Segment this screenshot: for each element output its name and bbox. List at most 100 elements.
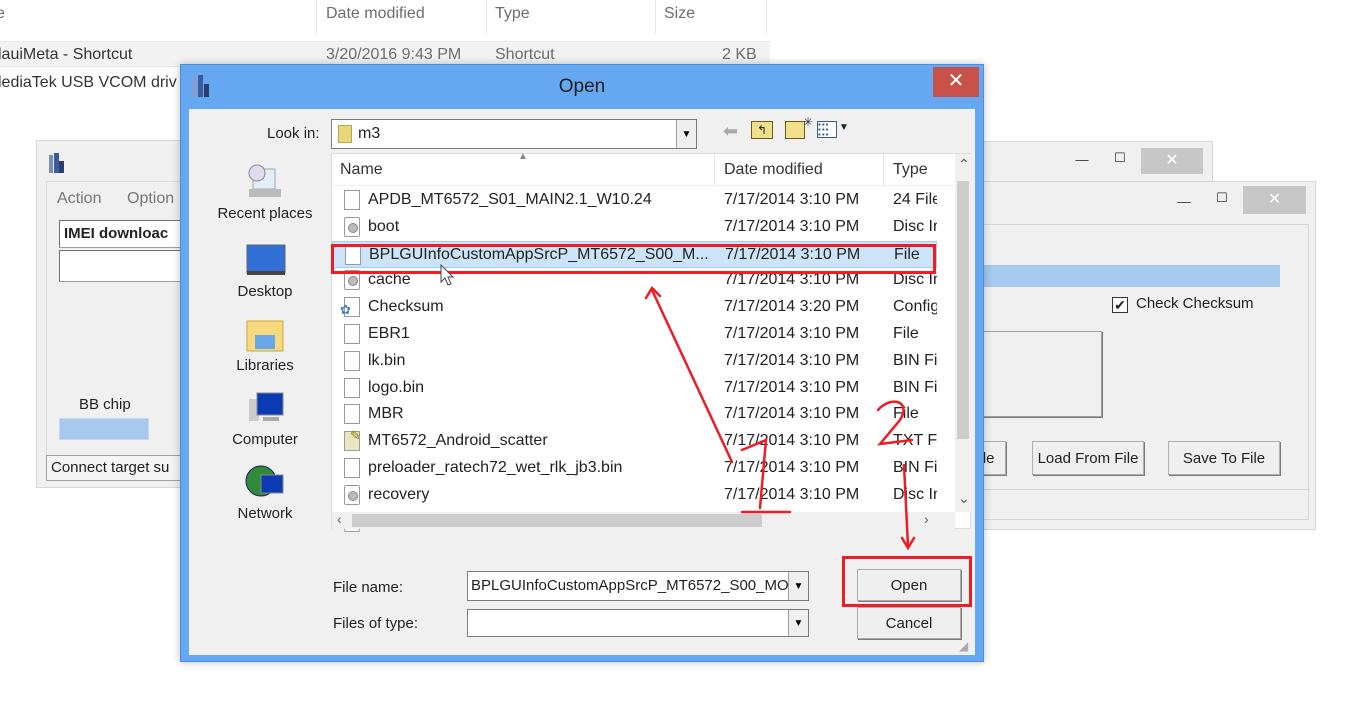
file-type: Disc In bbox=[893, 271, 937, 289]
place-recent-places[interactable]: Recent places bbox=[205, 163, 325, 222]
place-computer[interactable]: Computer bbox=[205, 389, 325, 448]
new-folder-icon[interactable] bbox=[785, 121, 805, 139]
dialog-close-button[interactable]: ✕ bbox=[933, 67, 979, 97]
file-name: logo.bin bbox=[368, 378, 425, 396]
file-type: File bbox=[893, 405, 919, 423]
place-libraries[interactable]: Libraries bbox=[205, 315, 325, 374]
check-checksum-checkbox[interactable]: ✔ bbox=[1112, 297, 1128, 313]
view-menu-chevron-icon[interactable]: ▼ bbox=[839, 122, 849, 133]
file-type: TXT Fil bbox=[893, 432, 937, 450]
file-type: 24 File bbox=[893, 191, 937, 208]
file-row[interactable]: EBR1 7/17/2014 3:10 PM File bbox=[332, 321, 937, 348]
scroll-left-icon[interactable]: ‹ bbox=[337, 511, 342, 527]
file-date: 7/17/2014 3:20 PM bbox=[724, 298, 860, 316]
file-date: 7/17/2014 3:10 PM bbox=[724, 271, 860, 289]
chevron-down-icon[interactable]: ▼ bbox=[676, 120, 696, 148]
column-separator bbox=[766, 0, 767, 34]
row-date: 3/20/2016 9:43 PM bbox=[326, 46, 462, 63]
look-in-dropdown[interactable]: m3 ▼ bbox=[331, 119, 697, 149]
sort-ascending-icon: ▲ bbox=[518, 151, 528, 162]
file-row[interactable]: Checksum 7/17/2014 3:20 PM Config bbox=[332, 294, 937, 321]
file-row[interactable]: preloader_ratech72_wet_rlk_jb3.bin 7/17/2… bbox=[332, 455, 937, 482]
file-date: 7/17/2014 3:10 PM bbox=[724, 351, 860, 369]
column-size[interactable]: Size bbox=[664, 5, 695, 23]
disc-image-icon bbox=[344, 484, 360, 505]
vertical-scroll-thumb[interactable] bbox=[957, 181, 969, 439]
file-icon bbox=[344, 458, 360, 478]
column-name[interactable]: Name bbox=[340, 161, 383, 179]
file-date: 7/17/2014 3:10 PM bbox=[724, 191, 860, 208]
place-label: Recent places bbox=[217, 205, 313, 222]
maximize-button[interactable]: ☐ bbox=[1097, 148, 1143, 168]
file-icon bbox=[344, 404, 360, 425]
save-to-file-button[interactable]: Save To File bbox=[1168, 441, 1280, 475]
view-menu-icon[interactable]: ▪▪▪ ▪▪▪ ▪▪▪ bbox=[817, 121, 837, 139]
file-name: boot bbox=[368, 217, 400, 235]
row-size: 2 KB bbox=[722, 46, 757, 63]
file-icon bbox=[344, 377, 360, 398]
place-label: Computer bbox=[232, 431, 298, 448]
menu-action[interactable]: Action bbox=[57, 190, 101, 208]
explorer-column-header: e Date modified Type Size bbox=[0, 0, 770, 40]
column-date-modified[interactable]: Date modified bbox=[724, 161, 823, 179]
vertical-scrollbar[interactable]: ⌃ ⌄ bbox=[955, 154, 971, 512]
column-date-modified[interactable]: Date modified bbox=[326, 5, 425, 23]
file-row[interactable]: MT6572_Android_scatter 7/17/2014 3:10 PM T… bbox=[332, 428, 937, 455]
file-row[interactable]: MBR 7/17/2014 3:10 PM File bbox=[332, 401, 937, 428]
place-label: Libraries bbox=[236, 357, 294, 374]
place-label: Desktop bbox=[237, 283, 293, 300]
menu-option[interactable]: Option bbox=[127, 190, 174, 208]
maximize-button[interactable]: ☐ bbox=[1199, 188, 1245, 208]
look-in-label: Look in: bbox=[267, 125, 320, 142]
chevron-down-icon[interactable]: ▼ bbox=[788, 610, 808, 636]
file-list-header: Name ▲ Date modified Type bbox=[332, 151, 955, 186]
back-arrow-icon[interactable]: ⬅ bbox=[723, 121, 738, 142]
column-separator[interactable] bbox=[714, 154, 715, 186]
close-button[interactable]: ✕ bbox=[1243, 186, 1306, 214]
horizontal-scrollbar[interactable]: ‹ › bbox=[332, 511, 955, 529]
column-type[interactable]: Type bbox=[495, 5, 530, 23]
resize-grip-icon[interactable]: ◢ bbox=[959, 639, 968, 653]
place-desktop[interactable]: Desktop bbox=[205, 241, 325, 300]
file-date: 7/17/2014 3:10 PM bbox=[724, 432, 860, 450]
bb-chip-value bbox=[59, 418, 149, 440]
up-folder-icon[interactable]: ↰ bbox=[751, 121, 773, 139]
column-type[interactable]: Type bbox=[893, 161, 928, 179]
file-icon bbox=[344, 190, 360, 210]
scroll-down-icon[interactable]: ⌄ bbox=[958, 490, 970, 507]
annotation-highlight-open-button bbox=[842, 556, 972, 607]
file-row[interactable]: lk.bin 7/17/2014 3:10 PM BIN Fil bbox=[332, 348, 937, 375]
load-from-file-button[interactable]: Load From File bbox=[1032, 441, 1144, 475]
scroll-up-icon[interactable]: ⌃ bbox=[958, 156, 970, 173]
place-network[interactable]: Network bbox=[205, 463, 325, 522]
chevron-down-icon[interactable]: ▼ bbox=[788, 572, 808, 600]
file-name-input[interactable]: BPLGUInfoCustomAppSrcP_MT6572_S00_MO ▼ bbox=[467, 571, 809, 601]
close-button[interactable]: ✕ bbox=[1141, 148, 1203, 174]
look-in-value: m3 bbox=[358, 125, 381, 142]
file-row[interactable]: APDB_MT6572_S01_MAIN2.1_W10.24 7/17/2014 … bbox=[332, 187, 937, 214]
file-name: cache bbox=[368, 271, 411, 289]
bb-chip-label: BB chip bbox=[79, 396, 131, 413]
column-separator[interactable] bbox=[883, 154, 884, 186]
file-type: File bbox=[893, 325, 919, 342]
app-icon bbox=[49, 153, 65, 175]
mouse-cursor-icon bbox=[440, 264, 455, 286]
column-name-partial[interactable]: e bbox=[0, 5, 5, 23]
info-box bbox=[968, 331, 1102, 417]
disc-image-icon bbox=[344, 216, 360, 237]
divider bbox=[968, 489, 1310, 490]
file-row[interactable]: logo.bin 7/17/2014 3:10 PM BIN Fil bbox=[332, 375, 937, 402]
scroll-right-icon[interactable]: › bbox=[924, 511, 929, 527]
file-type: BIN Fil bbox=[893, 459, 937, 476]
file-list[interactable]: Name ▲ Date modified Type APDB_MT6572_S0… bbox=[331, 151, 971, 532]
cancel-button[interactable]: Cancel bbox=[857, 607, 961, 639]
file-name: preloader_ratech72_wet_rlk_jb3.bin bbox=[368, 459, 623, 476]
file-row[interactable]: boot 7/17/2014 3:10 PM Disc In bbox=[332, 214, 937, 241]
file-row[interactable]: recovery 7/17/2014 3:10 PM Disc In bbox=[332, 482, 937, 509]
files-of-type-dropdown[interactable]: ▼ bbox=[467, 609, 809, 637]
row-name: lediaTek USB VCOM driv bbox=[0, 74, 177, 91]
horizontal-scroll-thumb[interactable] bbox=[352, 514, 762, 527]
column-separator bbox=[486, 0, 487, 34]
config-file-icon bbox=[340, 297, 360, 318]
file-date: 7/17/2014 3:10 PM bbox=[724, 378, 860, 396]
